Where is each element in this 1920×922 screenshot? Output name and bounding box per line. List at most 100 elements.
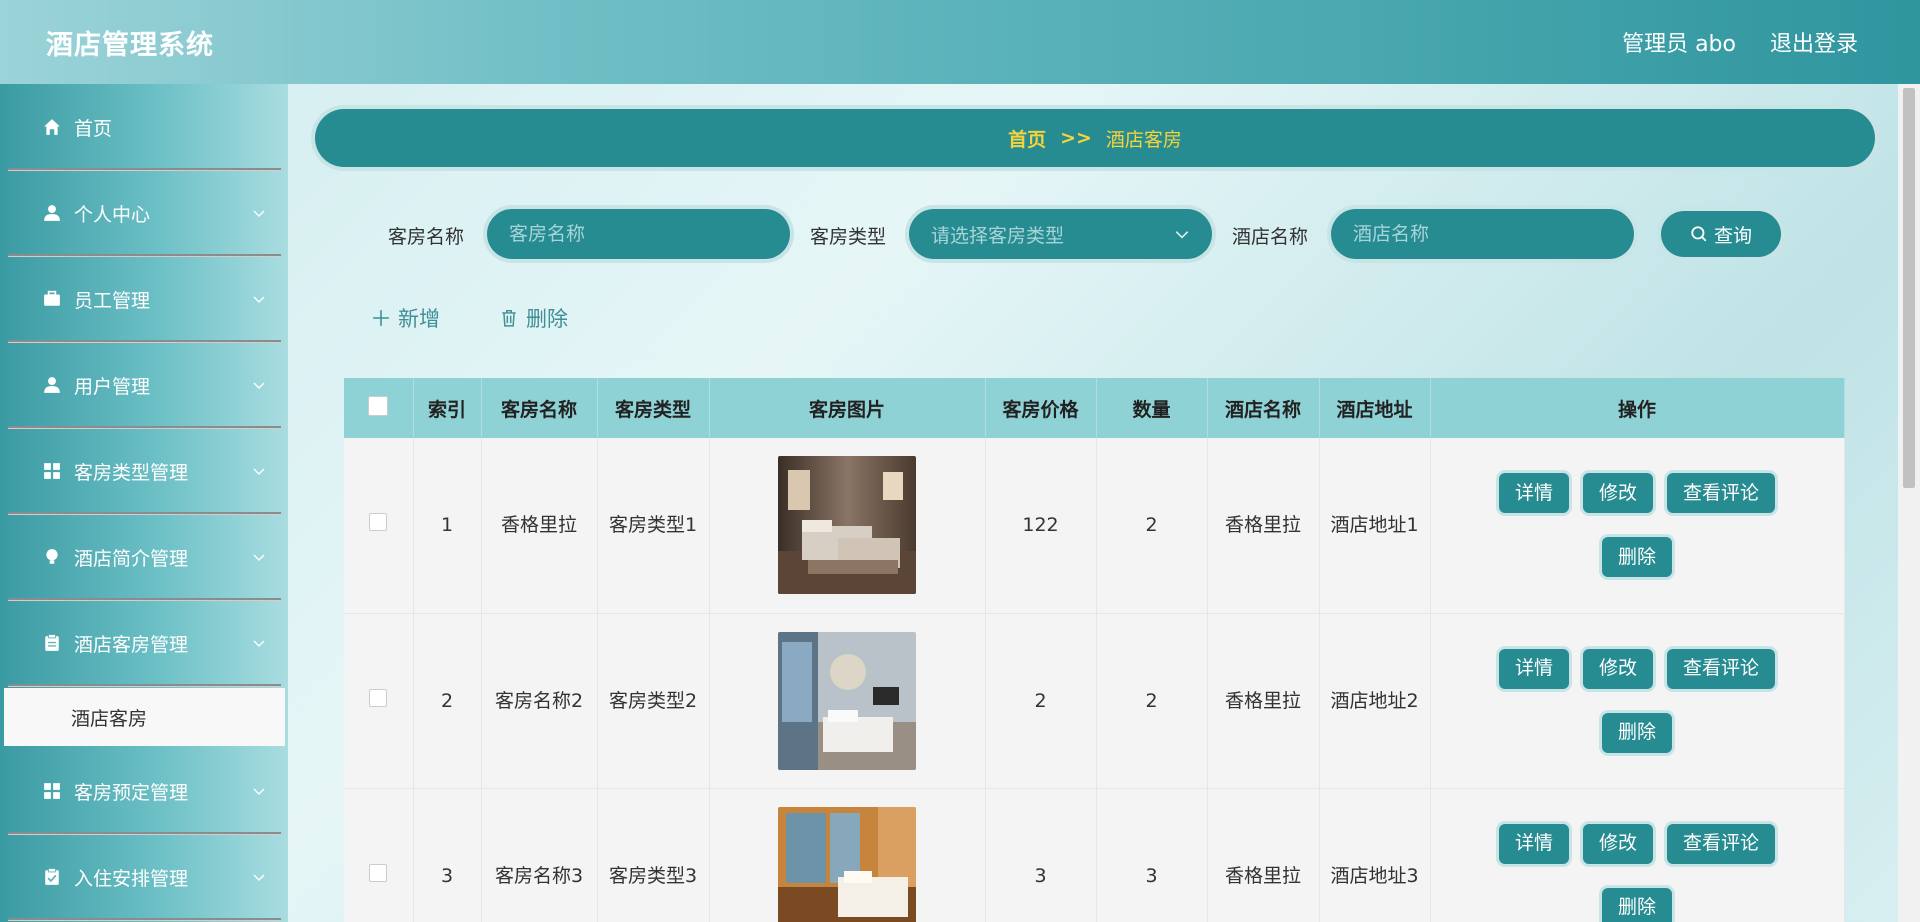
app-title: 酒店管理系统: [46, 29, 214, 61]
cell-quantity: 2: [1096, 438, 1208, 614]
room-type-select[interactable]: 请选择客房类型: [909, 209, 1212, 259]
room-type-placeholder: 请选择客房类型: [931, 224, 1065, 247]
user-icon: [42, 375, 62, 395]
column-header: 操作: [1430, 378, 1845, 438]
clipboard-icon: [42, 633, 62, 653]
detail-button[interactable]: 详情: [1498, 473, 1569, 514]
header-select-all[interactable]: [344, 378, 414, 438]
chevron-down-icon: [253, 468, 265, 475]
sidebar-item-room-types[interactable]: 客房类型管理: [0, 428, 288, 514]
column-header: 数量: [1096, 378, 1208, 438]
top-header: 酒店管理系统 管理员 abo 退出登录: [0, 0, 1920, 84]
cell-index: 3: [413, 788, 482, 922]
room-name-field-wrap: [487, 209, 790, 259]
sidebar-item-label: 入住安排管理: [74, 867, 189, 890]
column-header: 酒店名称: [1207, 378, 1320, 438]
sidebar-item-users[interactable]: 用户管理: [0, 342, 288, 428]
sidebar-item-hotel-rooms[interactable]: 酒店客房管理: [0, 600, 288, 686]
query-label: 查询: [1713, 224, 1752, 247]
clipboard-check-icon: [42, 867, 62, 887]
breadcrumb-current: 酒店客房: [1105, 128, 1182, 151]
chevron-down-icon: [253, 210, 265, 217]
cell-quantity: 2: [1096, 613, 1208, 789]
logout-button[interactable]: 退出登录: [1770, 26, 1858, 58]
cell-index: 1: [413, 438, 482, 614]
home-icon: [42, 117, 62, 137]
column-header: 客房图片: [709, 378, 986, 438]
sidebar-item-label: 酒店客房管理: [74, 633, 189, 656]
chevron-down-icon: [253, 554, 265, 561]
hotel-name-label: 酒店名称: [1232, 226, 1309, 248]
view-reviews-button[interactable]: 查看评论: [1667, 648, 1776, 689]
add-button[interactable]: 新增: [372, 303, 440, 333]
chevron-down-icon: [253, 296, 265, 303]
sidebar-item-bookings[interactable]: 客房预定管理: [0, 748, 288, 834]
sidebar-subitem-hotel-rooms[interactable]: 酒店客房: [4, 688, 285, 746]
scrollbar-thumb[interactable]: [1903, 88, 1915, 488]
select-all-checkbox[interactable]: [368, 395, 389, 416]
column-header: 客房价格: [985, 378, 1097, 438]
table-row: 1 香格里拉 客房类型1 122 2 香格里拉 酒店地址1 详情 修改 查看评论…: [344, 438, 1845, 614]
sidebar: 首页 个人中心 员工管理 用户管理 客房类型管理 酒店简介管理 酒店客房管理 酒…: [0, 84, 288, 922]
chevron-down-icon: [253, 788, 265, 795]
batch-delete-button[interactable]: 删除: [500, 303, 568, 333]
cell-hotel-name: 香格里拉: [1207, 788, 1320, 922]
search-icon: [1691, 226, 1707, 242]
view-reviews-button[interactable]: 查看评论: [1667, 473, 1776, 514]
chevron-down-icon: [253, 874, 265, 881]
sidebar-item-profile[interactable]: 个人中心: [0, 170, 288, 256]
column-header: 客房类型: [597, 378, 710, 438]
page-scrollbar[interactable]: [1898, 84, 1920, 922]
sidebar-item-checkin[interactable]: 入住安排管理: [0, 834, 288, 920]
cell-room-name: 香格里拉: [481, 438, 598, 614]
breadcrumb: 首页 >> 酒店客房: [315, 109, 1875, 167]
row-delete-button[interactable]: 删除: [1601, 887, 1672, 922]
view-reviews-button[interactable]: 查看评论: [1667, 823, 1776, 864]
sidebar-item-hotel-intro[interactable]: 酒店简介管理: [0, 514, 288, 600]
row-delete-button[interactable]: 删除: [1601, 712, 1672, 753]
briefcase-icon: [42, 289, 62, 309]
row-checkbox[interactable]: [369, 688, 388, 707]
cell-price: 122: [985, 438, 1097, 614]
bulb-icon: [42, 547, 62, 567]
header-right: 管理员 abo 退出登录: [1622, 26, 1858, 58]
hotel-name-input[interactable]: [1353, 223, 1612, 245]
column-header: 客房名称: [481, 378, 598, 438]
room-image: [778, 456, 916, 595]
edit-button[interactable]: 修改: [1582, 648, 1653, 689]
row-delete-button[interactable]: 删除: [1601, 537, 1672, 578]
cell-hotel-name: 香格里拉: [1207, 438, 1320, 614]
detail-button[interactable]: 详情: [1498, 648, 1569, 689]
sidebar-item-label: 客房预定管理: [74, 781, 189, 804]
cell-room-image: [709, 613, 986, 789]
detail-button[interactable]: 详情: [1498, 823, 1569, 864]
sidebar-item-home[interactable]: 首页: [0, 84, 288, 170]
cell-room-type: 客房类型1: [597, 438, 710, 614]
row-checkbox[interactable]: [369, 513, 388, 532]
cell-address: 酒店地址1: [1319, 438, 1431, 614]
query-button[interactable]: 查询: [1661, 211, 1781, 257]
edit-button[interactable]: 修改: [1582, 473, 1653, 514]
chevron-down-icon: [253, 382, 265, 389]
breadcrumb-home[interactable]: 首页: [1008, 125, 1046, 152]
cell-index: 2: [413, 613, 482, 789]
cell-operations: 详情 修改 查看评论 删除: [1430, 438, 1845, 614]
edit-button[interactable]: 修改: [1582, 823, 1653, 864]
rooms-table: 索引 客房名称 客房类型 客房图片 客房价格 数量 酒店名称 酒店地址 操作 1…: [344, 378, 1845, 922]
room-image: [778, 806, 916, 922]
room-name-input[interactable]: [509, 223, 768, 245]
sidebar-item-staff[interactable]: 员工管理: [0, 256, 288, 342]
sidebar-item-label: 首页: [74, 117, 113, 140]
plus-icon: [373, 310, 389, 326]
breadcrumb-separator: >>: [1060, 127, 1092, 149]
table-row: 3 客房名称3 客房类型3 3 3 香格里拉 酒店地址3 详情 修改 查看评论 …: [344, 788, 1845, 922]
cell-price: 2: [985, 613, 1097, 789]
row-checkbox[interactable]: [369, 863, 388, 882]
cell-room-name: 客房名称2: [481, 613, 598, 789]
chevron-down-icon: [1175, 231, 1189, 239]
hotel-name-field-wrap: [1331, 209, 1634, 259]
cell-operations: 详情 修改 查看评论 删除: [1430, 613, 1845, 789]
cell-room-image: [709, 438, 986, 614]
cell-hotel-name: 香格里拉: [1207, 613, 1320, 789]
room-name-label: 客房名称: [388, 226, 465, 248]
